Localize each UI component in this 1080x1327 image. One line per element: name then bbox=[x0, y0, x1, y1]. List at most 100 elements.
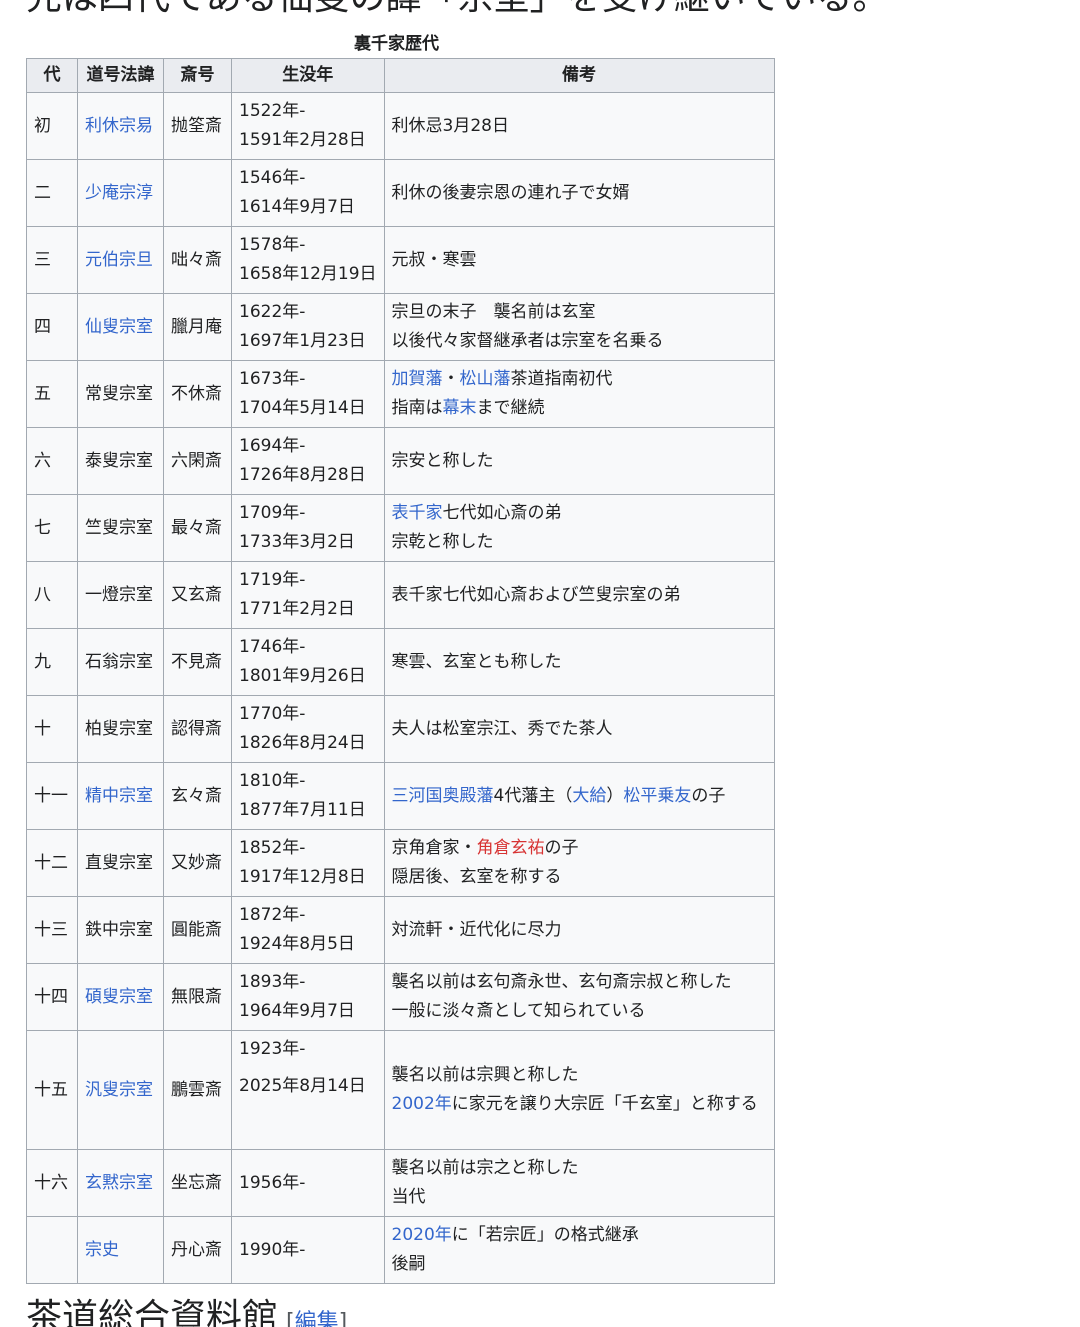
table-row: 初利休宗易 抛筌斎 1522年- 1591年2月28日 利休忌3月28日 bbox=[26, 92, 775, 160]
birth-year: 1709年- bbox=[239, 503, 306, 523]
note-link[interactable]: 松山藩 bbox=[460, 369, 511, 389]
note-link[interactable]: 幕末 bbox=[443, 398, 477, 418]
cell-name: 一燈宗室 bbox=[77, 561, 164, 629]
cell-saigo: 六閑斎 bbox=[163, 427, 232, 495]
note-line: 宗旦の末子 襲名前は玄室 bbox=[392, 298, 767, 327]
death-date: 1771年2月2日 bbox=[239, 599, 355, 619]
cell-saigo: 咄々斎 bbox=[163, 226, 232, 294]
cell-generation: 九 bbox=[26, 628, 78, 696]
note-line: 対流軒・近代化に尽力 bbox=[392, 916, 767, 945]
cell-generation: 十六 bbox=[26, 1149, 78, 1217]
note-text: 後嗣 bbox=[391, 1254, 426, 1274]
note-text: 隠居後、玄室を称する bbox=[391, 867, 562, 887]
cell-notes: 宗安と称した bbox=[383, 427, 775, 495]
name-link[interactable]: 利休宗易 bbox=[85, 116, 153, 136]
note-text: に「若宗匠」の格式継承 bbox=[451, 1225, 639, 1245]
birth-year: 1622年- bbox=[239, 302, 306, 322]
note-link[interactable]: 2002年 bbox=[392, 1094, 452, 1114]
cell-lifespan: 1770年- 1826年8月24日 bbox=[231, 695, 385, 763]
note-text: 指南は bbox=[391, 398, 443, 418]
note-link[interactable]: 2020年 bbox=[392, 1225, 452, 1245]
note-text: 寒雲、玄室とも称した bbox=[391, 651, 562, 672]
cell-notes: 元叔・寒雲 bbox=[383, 226, 775, 294]
cell-saigo: 最々斎 bbox=[163, 494, 232, 562]
death-date: 1726年8月28日 bbox=[239, 465, 366, 485]
cell-name: 玄黙宗室 bbox=[77, 1149, 164, 1217]
note-line: 当代 bbox=[392, 1183, 767, 1212]
name-link[interactable]: 汎叟宗室 bbox=[85, 1080, 153, 1100]
header-notes: 備考 bbox=[383, 58, 775, 93]
header-name: 道号法諱 bbox=[77, 58, 164, 93]
note-line: 利休の後妻宗恩の連れ子で女婿 bbox=[392, 179, 767, 208]
edit-bracket-close: ] bbox=[338, 1310, 348, 1327]
cell-lifespan: 1622年- 1697年1月23日 bbox=[231, 293, 385, 361]
note-text: に家元を譲り大宗匠「千玄室」と称する bbox=[451, 1094, 758, 1114]
cell-name: 泰叟宗室 bbox=[77, 427, 164, 495]
name-link[interactable]: 碩叟宗室 bbox=[85, 987, 153, 1007]
birth-year: 1893年- bbox=[239, 972, 306, 992]
death-date: 2025年8月14日 bbox=[239, 1076, 366, 1096]
preceding-paragraph: 先は四代である仙叟の諱「宗室」を受け継いでいる。 bbox=[26, 0, 889, 18]
note-line: 表千家七代如心斎および竺叟宗室の弟 bbox=[392, 581, 767, 610]
name-text: 鉄中宗室 bbox=[85, 919, 153, 940]
cell-name: 利休宗易 bbox=[77, 92, 164, 160]
note-line: 2002年に家元を譲り大宗匠「千玄室」と称する bbox=[392, 1090, 767, 1119]
cell-saigo: 鵬雲斎 bbox=[163, 1030, 232, 1150]
note-redlink[interactable]: 角倉玄祐 bbox=[477, 838, 545, 858]
cell-name: 直叟宗室 bbox=[77, 829, 164, 897]
note-link[interactable]: 表千家 bbox=[392, 503, 443, 523]
name-link[interactable]: 仙叟宗室 bbox=[85, 317, 153, 337]
note-text: 宗安と称した bbox=[391, 450, 494, 471]
name-link[interactable]: 元伯宗旦 bbox=[85, 250, 153, 270]
note-text: 茶道指南初代 bbox=[510, 369, 613, 389]
edit-bracket-open: [ bbox=[286, 1310, 295, 1327]
death-date: 1704年5月14日 bbox=[239, 398, 366, 418]
note-text: ・ bbox=[442, 369, 460, 389]
birth-year: 1770年- bbox=[239, 704, 306, 724]
table-row: 六泰叟宗室 六閑斎 1694年- 1726年8月28日 宗安と称した bbox=[26, 427, 775, 495]
note-text: 夫人は松室宗江、秀でた茶人 bbox=[391, 718, 613, 739]
note-line: 襲名以前は玄句斎永世、玄句斎宗叔と称した bbox=[392, 968, 767, 997]
name-text: 常叟宗室 bbox=[85, 383, 153, 404]
cell-notes: 襲名以前は宗之と称した 当代 bbox=[383, 1149, 775, 1217]
note-line: 寒雲、玄室とも称した bbox=[392, 648, 767, 677]
name-link[interactable]: 精中宗室 bbox=[85, 786, 153, 806]
birth-year: 1673年- bbox=[239, 369, 306, 389]
death-date: 1964年9月7日 bbox=[239, 1001, 355, 1021]
death-date: 1924年8月5日 bbox=[239, 934, 355, 954]
table-row: 十六 玄黙宗室 坐忘斎 1956年- 襲名以前は宗之と称した 当代 bbox=[26, 1149, 775, 1217]
note-line: 襲名以前は宗興と称した bbox=[392, 1061, 767, 1090]
name-link[interactable]: 宗史 bbox=[85, 1240, 119, 1260]
note-link[interactable]: 三河国奥殿藩 bbox=[392, 786, 494, 806]
cell-notes: 寒雲、玄室とも称した bbox=[383, 628, 775, 696]
cell-saigo: 坐忘斎 bbox=[163, 1149, 232, 1217]
cell-generation: 三 bbox=[26, 226, 78, 294]
note-text: 表千家七代如心斎および竺叟宗室の弟 bbox=[391, 584, 681, 605]
cell-generation bbox=[26, 1216, 78, 1284]
birth-year: 1522年- bbox=[239, 101, 306, 121]
note-text: 宗乾と称した bbox=[391, 532, 494, 552]
table-row: 四仙叟宗室 臘月庵 1622年- 1697年1月23日 宗旦の末子 襲名前は玄室 以後代々… bbox=[26, 293, 775, 361]
name-link[interactable]: 少庵宗淳 bbox=[85, 183, 153, 203]
note-text: の子 bbox=[691, 785, 726, 806]
note-link[interactable]: 加賀藩 bbox=[392, 369, 443, 389]
cell-generation: 十三 bbox=[26, 896, 78, 964]
note-line: 襲名以前は宗之と称した bbox=[392, 1154, 767, 1183]
edit-link[interactable]: 編集 bbox=[295, 1310, 339, 1327]
table-caption: 裏千家歴代 bbox=[354, 34, 439, 54]
note-text: 一般に淡々斎として知られている bbox=[391, 1001, 646, 1021]
note-line: 加賀藩・松山藩茶道指南初代 bbox=[392, 365, 767, 394]
note-link[interactable]: 大給 bbox=[572, 786, 606, 806]
cell-notes: 宗旦の末子 襲名前は玄室 以後代々家督継承者は宗室を名乗る bbox=[383, 293, 775, 361]
cell-lifespan: 1546年- 1614年9月7日 bbox=[231, 159, 385, 227]
table-row: 七竺叟宗室 最々斎 1709年- 1733年3月2日 表千家七代如心斎の弟 宗乾と称した bbox=[26, 494, 775, 562]
name-link[interactable]: 玄黙宗室 bbox=[85, 1173, 153, 1193]
birth-year: 1694年- bbox=[239, 436, 306, 456]
note-line: 利休忌3月28日 bbox=[392, 112, 767, 141]
cell-saigo: 不見斎 bbox=[163, 628, 232, 696]
note-link[interactable]: 松平乗友 bbox=[623, 786, 691, 806]
cell-generation: 五 bbox=[26, 360, 78, 428]
cell-name: 柏叟宗室 bbox=[77, 695, 164, 763]
section-heading: 茶道総合資料館 [編集] bbox=[26, 1296, 347, 1327]
cell-name: 鉄中宗室 bbox=[77, 896, 164, 964]
